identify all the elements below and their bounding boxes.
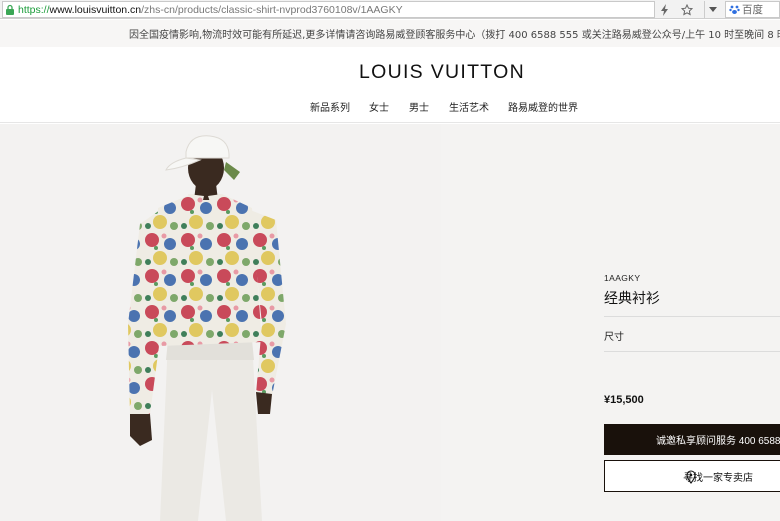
brand-logo[interactable]: LOUIS VUITTON xyxy=(0,61,780,84)
url-scheme: https:// xyxy=(18,3,50,16)
nav-item-women[interactable]: 女士 xyxy=(369,99,389,114)
private-advisor-button[interactable]: 诚邀私享顾问服务 400 6588 555 xyxy=(604,424,780,455)
address-bar[interactable]: https://www.louisvuitton.cn/zhs-cn/produ… xyxy=(2,1,655,18)
find-store-button[interactable]: 寻找一家专卖店 xyxy=(604,460,780,492)
star-icon[interactable] xyxy=(678,1,696,18)
notice-bar: 因全国疫情影响,物流时效可能有所延迟,更多详情请咨询路易威登顾客服务中心（拨打 … xyxy=(0,20,780,47)
nav-item-world-of-lv[interactable]: 路易威登的世界 xyxy=(508,99,578,114)
notice-text: 因全国疫情影响,物流时效可能有所延迟,更多详情请咨询路易威登顾客服务中心（拨打 … xyxy=(129,30,780,41)
product-title: 经典衬衫 xyxy=(604,291,660,307)
url-host: www.louisvuitton.cn xyxy=(49,3,142,16)
nav-item-men[interactable]: 男士 xyxy=(409,99,429,114)
model-illustration xyxy=(128,135,286,521)
lock-icon xyxy=(4,4,16,16)
url-path: /zhs-cn/products/classic-shirt-nvprod376… xyxy=(141,3,403,16)
dropdown-icon[interactable] xyxy=(704,1,720,18)
size-label: 尺寸 xyxy=(604,332,624,343)
product-detail-panel: 1AAGKY 经典衬衫 尺寸 ¥15,500 诚邀私享顾问服务 400 6588… xyxy=(441,124,780,521)
search-engine-label: 百度 xyxy=(742,4,763,16)
lightning-icon[interactable] xyxy=(657,1,673,18)
location-pin-icon xyxy=(685,470,697,484)
size-selector[interactable]: 尺寸 xyxy=(604,316,780,352)
search-engine-box[interactable]: 百度 xyxy=(725,1,780,18)
product-price: ¥15,500 xyxy=(604,394,644,406)
nav-item-art-of-living[interactable]: 生活艺术 xyxy=(449,99,489,114)
site-header: LOUIS VUITTON 新品系列 女士 男士 生活艺术 路易威登的世界 xyxy=(0,47,780,123)
paw-icon xyxy=(729,4,740,15)
product-sku: 1AAGKY xyxy=(604,273,641,283)
nav-item-new[interactable]: 新品系列 xyxy=(310,99,350,114)
browser-toolbar: https://www.louisvuitton.cn/zhs-cn/produ… xyxy=(0,0,780,19)
product-image[interactable] xyxy=(0,124,441,521)
